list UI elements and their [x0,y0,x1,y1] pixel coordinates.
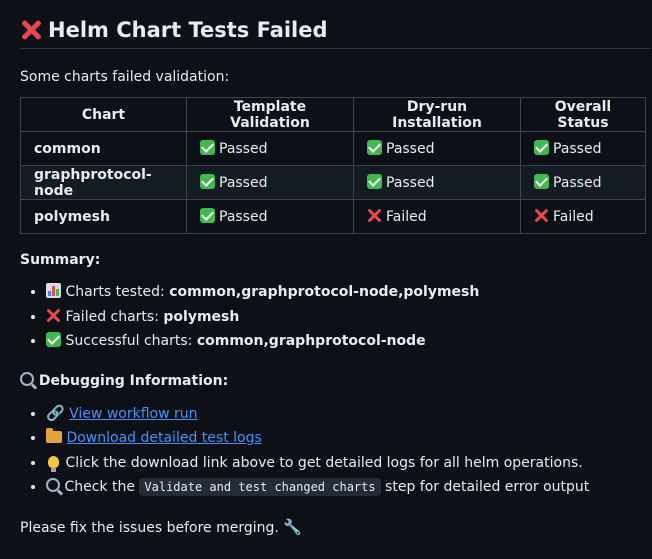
footer-text: Please fix the issues before merging. 🔧 [20,517,302,536]
overall-cell: Passed [520,165,646,200]
check-icon [534,174,549,189]
cross-icon [20,19,42,41]
step-name-code: Validate and test changed charts [139,478,381,496]
dryrun-cell: Passed [353,165,521,200]
dryrun-cell: Failed [353,199,521,234]
col-dryrun: Dry-run Installation [353,97,521,132]
link-icon: 🔗 [46,403,65,422]
page-title: Helm Chart Tests Failed [20,14,650,49]
table-header-row: Chart Template Validation Dry-run Instal… [20,97,646,132]
chart-name: polymesh [20,199,187,234]
debug-title: Debugging Information: [20,371,650,389]
workflow-run-link[interactable]: View workflow run [69,406,197,422]
table-row: common Passed Passed Passed [20,131,646,166]
cross-icon [534,208,549,223]
template-cell: Passed [186,199,354,234]
chart-name: common [20,131,187,166]
cross-icon [367,208,382,223]
overall-cell: Passed [520,131,646,166]
list-item: 🔗 View workflow run [46,401,650,427]
col-template: Template Validation [186,97,354,132]
check-icon [367,140,382,155]
summary-title: Summary: [20,252,101,268]
check-icon [200,208,215,223]
bar-chart-icon [46,283,61,298]
list-item: Download detailed test logs [46,426,650,451]
list-item: Check the Validate and test changed char… [46,475,650,500]
debug-list: 🔗 View workflow run Download detailed te… [20,401,650,500]
col-chart: Chart [20,97,187,132]
comment-body: Helm Chart Tests Failed Some charts fail… [20,14,650,536]
list-item: Charts tested: common,graphprotocol-node… [46,280,650,305]
summary-list: Charts tested: common,graphprotocol-node… [20,280,650,354]
magnifier-icon [20,371,34,386]
check-icon [200,140,215,155]
check-icon [200,174,215,189]
lightbulb-icon [48,455,59,472]
overall-cell: Failed [520,199,646,234]
col-overall: Overall Status [520,97,646,132]
chart-name: graphprotocol-node [20,165,187,200]
page-title-text: Helm Chart Tests Failed [48,18,328,42]
cross-icon [46,308,61,323]
template-cell: Passed [186,165,354,200]
dryrun-cell: Passed [353,131,521,166]
list-item: Successful charts: common,graphprotocol-… [46,329,650,354]
check-icon [46,332,61,347]
check-icon [367,174,382,189]
template-cell: Passed [186,131,354,166]
list-item: Failed charts: polymesh [46,305,650,330]
results-table: Chart Template Validation Dry-run Instal… [20,97,646,234]
intro-text: Some charts failed validation: [20,69,230,85]
table-row: graphprotocol-node Passed Passed Passed [20,165,646,200]
list-item: Click the download link above to get det… [46,451,650,476]
wrench-icon: 🔧 [283,517,302,536]
table-row: polymesh Passed Failed Failed [20,199,646,234]
check-icon [534,140,549,155]
download-logs-link[interactable]: Download detailed test logs [66,430,261,446]
folder-icon [46,428,62,443]
magnifier-icon [46,478,60,492]
